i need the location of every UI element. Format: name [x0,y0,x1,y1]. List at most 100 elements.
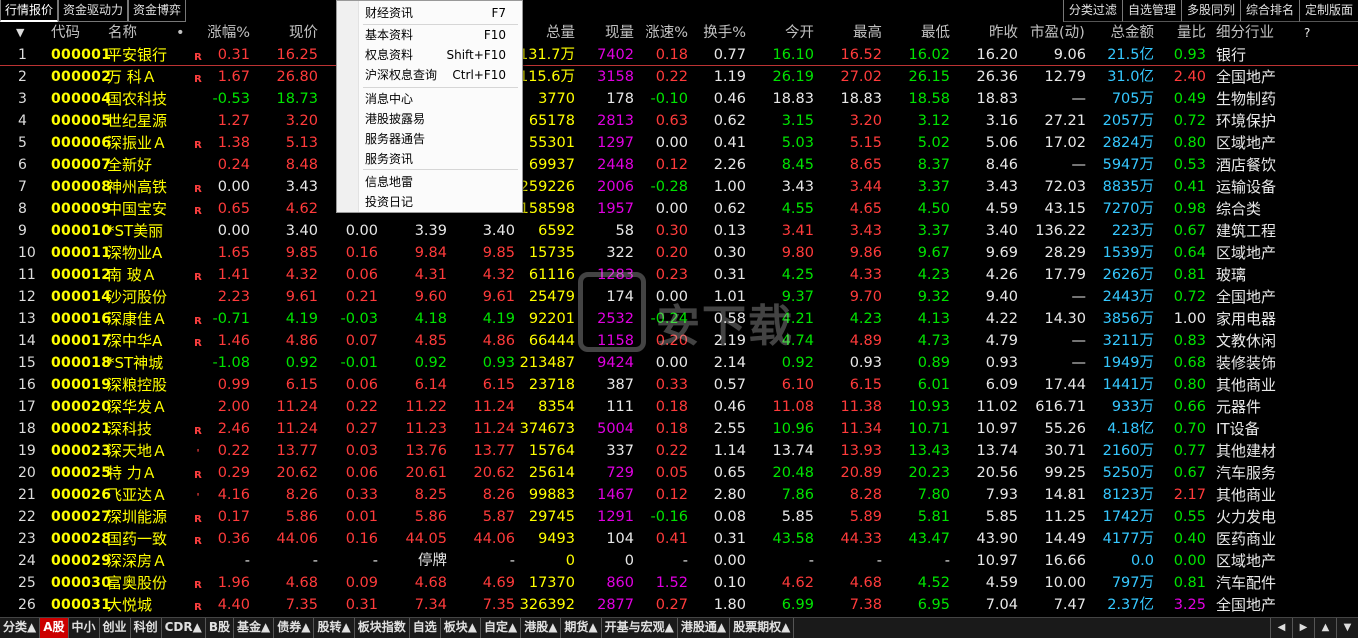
table-row[interactable]: 10 000011 深物业A 1.65 9.85 0.16 9.84 9.85 15735 322… [0,242,1358,264]
col-volume[interactable]: 总量 [520,22,575,44]
top-tab-1[interactable]: 资金驱动力 [58,0,129,22]
context-menu-item[interactable]: 沪深权息查询 Ctrl+F10 [337,65,522,85]
col-change-pct[interactable]: 涨幅% [190,22,250,44]
toolbar-button-2[interactable]: 多股同列 [1180,0,1240,22]
table-row[interactable]: 21 000026 飞亚达Ａ ' 4.16 8.26 0.33 8.25 8.26 99883 14… [0,484,1358,506]
table-row[interactable]: 8 000009 中国宝安 R 0.65 4.62 158598 1957 0.00 0.62 4.… [0,198,1358,220]
price: 5.13 [285,135,318,151]
bottom-tab-1[interactable]: A股 [40,618,69,638]
row-index: 22 [18,509,36,525]
speed: -0.28 [650,179,688,195]
prev-close: 4.22 [985,311,1018,327]
bottom-tab-15[interactable]: 期货▲ [561,618,602,638]
table-row[interactable]: 20 000025 特 力Ａ R 0.29 20.62 0.06 20.61 20.62 2561… [0,462,1358,484]
scroll-arrow-icon[interactable]: ▶ [1292,618,1314,638]
table-row[interactable]: 3 000004 国农科技 -0.53 18.73 3770 178 -0.10 0.46 18.… [0,88,1358,110]
bottom-tab-5[interactable]: CDR▲ [162,618,206,638]
col-open[interactable]: 今开 [752,22,814,44]
bottom-tab-13[interactable]: 自定▲ [481,618,522,638]
bottom-tab-12[interactable]: 板块▲ [441,618,481,638]
toolbar-button-4[interactable]: 定制版面 [1298,0,1358,22]
context-menu-item[interactable]: 投资日记 [337,192,522,212]
cur-volume: 860 [606,575,634,591]
hidden-ask: 8.26 [482,487,515,503]
table-row[interactable]: 2 000002 万 科Ａ R 1.67 26.80 115.6万 3158 0.22 1.19 2… [0,66,1358,88]
bottom-tab-0[interactable]: 分类▲ [0,618,41,638]
bottom-tab-6[interactable]: B股 [206,618,234,638]
bottom-tab-17[interactable]: 港股通▲ [678,618,731,638]
context-menu-item[interactable]: 消息中心 [337,89,522,109]
scroll-arrow-icon[interactable]: ▲ [1314,618,1336,638]
table-row[interactable]: 7 000008 神州高铁 R 0.00 3.43 259226 2006 -0.28 1.00 3… [0,176,1358,198]
context-menu-item[interactable]: 服务资讯 [337,149,522,169]
col-cur-volume[interactable]: 现量 [580,22,634,44]
table-row[interactable]: 17 000020 深华发Ａ 2.00 11.24 0.22 11.22 11.24 8354 1… [0,396,1358,418]
bottom-tab-8[interactable]: 债券▲ [274,618,315,638]
cur-volume: 111 [606,399,634,415]
bottom-tab-7[interactable]: 基金▲ [234,618,275,638]
col-price[interactable]: 现价 [258,22,318,44]
bottom-tab-4[interactable]: 科创 [131,618,162,638]
stock-code: 000001 [51,47,112,63]
prev-close: 4.59 [985,575,1018,591]
bottom-tab-9[interactable]: 股转▲ [314,618,355,638]
context-menu-item[interactable]: 服务器通告 [337,129,522,149]
toolbar-button-0[interactable]: 分类过滤 [1062,0,1122,22]
table-row[interactable]: 4 000005 世纪星源 1.27 3.20 65178 2813 0.63 0.62 3.15… [0,110,1358,132]
table-row[interactable]: 18 000021 深科技 R 2.46 11.24 0.27 11.23 11.24 37467… [0,418,1358,440]
bottom-tab-10[interactable]: 板块指数 [355,618,410,638]
bottom-tab-11[interactable]: 自选 [410,618,441,638]
pe-ratio: 72.03 [1044,179,1086,195]
context-menu-item[interactable]: 信息地雷 [337,172,522,192]
context-menu-item[interactable]: 权息资料 Shift+F10 [337,45,522,65]
table-row[interactable]: 6 000007 全新好 0.24 8.48 69937 2448 0.12 2.26 8.45 8… [0,154,1358,176]
context-menu-item[interactable]: 基本资料 F10 [337,25,522,45]
bottom-tab-3[interactable]: 创业 [100,618,131,638]
sort-arrow-icon[interactable]: ▼ [16,22,30,44]
table-row[interactable]: 26 000031 大悦城 R 4.40 7.35 0.31 7.34 7.35 326392 28… [0,594,1358,616]
cur-volume: 1467 [597,487,634,503]
toolbar-button-1[interactable]: 自选管理 [1121,0,1181,22]
prev-close: 26.36 [976,69,1018,85]
price: 4.32 [285,267,318,283]
table-row[interactable]: 9 000010 *ST美丽 0.00 3.40 0.00 3.39 3.40 6592 58 0.… [0,220,1358,242]
context-menu-item[interactable]: 财经资讯 F7 [337,3,522,23]
table-row[interactable]: 24 000029 深深房Ａ - - - 停牌 - 0 0 - 0.00 - - - 10.97 16.66 0.… [0,550,1358,572]
table-row[interactable]: 23 000028 国药一致 R 0.36 44.06 0.16 44.05 44.06 9493… [0,528,1358,550]
col-code[interactable]: 代码 [51,22,101,44]
table-row[interactable]: 1 000001 平安银行 R 0.31 16.25 131.7万 7402 0.18 0.77 1… [0,44,1358,66]
col-amount[interactable]: 总金额 [1092,22,1155,44]
col-pe[interactable]: 市盈(动) [1030,22,1090,44]
scroll-arrow-icon[interactable]: ◀ [1270,618,1292,638]
bottom-tab-16[interactable]: 开基与宏观▲ [602,618,678,638]
vol-ratio: 0.80 [1173,377,1206,393]
col-speed[interactable]: 涨速% [636,22,688,44]
help-icon[interactable]: ? [1304,22,1316,44]
hidden-bid: 4.68 [414,575,447,591]
high: 44.33 [840,531,882,547]
bottom-tab-18[interactable]: 股票期权▲ [730,618,795,638]
toolbar-button-3[interactable]: 综合排名 [1239,0,1299,22]
col-name[interactable]: 名称 [108,22,158,44]
top-tab-0[interactable]: 行情报价 [0,0,59,22]
stock-quote-window: 行情报价 资金驱动力 资金博弈 分类过滤 自选管理 多股同列 综合排名 定制版面 ▼ 代码 … [0,0,1358,638]
col-turnover[interactable]: 换手% [690,22,746,44]
col-vol-ratio[interactable]: 量比 [1162,22,1206,44]
top-tab-2[interactable]: 资金博弈 [128,0,187,22]
col-prev-close[interactable]: 昨收 [956,22,1018,44]
table-row[interactable]: 25 000030 富奥股份 R 1.96 4.68 0.09 4.68 4.69 17370 86… [0,572,1358,594]
bottom-tab-14[interactable]: 港股▲ [521,618,562,638]
col-high[interactable]: 最高 [818,22,882,44]
amount: 2160万 [1102,443,1154,459]
table-row[interactable]: 19 000023 深天地Ａ ' 0.22 13.77 0.03 13.76 13.77 1576… [0,440,1358,462]
col-low[interactable]: 最低 [886,22,950,44]
pe-ratio: 12.79 [1044,69,1086,85]
context-menu-item[interactable]: 港股披露易 [337,109,522,129]
scroll-arrow-icon[interactable]: ▼ [1336,618,1358,638]
table-row[interactable]: 16 000019 深粮控股 0.99 6.15 0.06 6.14 6.15 23718 387… [0,374,1358,396]
col-industry[interactable]: 细分行业 [1216,22,1288,44]
table-row[interactable]: 22 000027 深圳能源 R 0.17 5.86 0.01 5.86 5.87 29745 12… [0,506,1358,528]
price: 13.77 [276,443,318,459]
bottom-tab-2[interactable]: 中小 [69,618,100,638]
table-row[interactable]: 5 000006 深振业Ａ R 1.38 5.13 55301 1297 0.00 0.41 5.0… [0,132,1358,154]
